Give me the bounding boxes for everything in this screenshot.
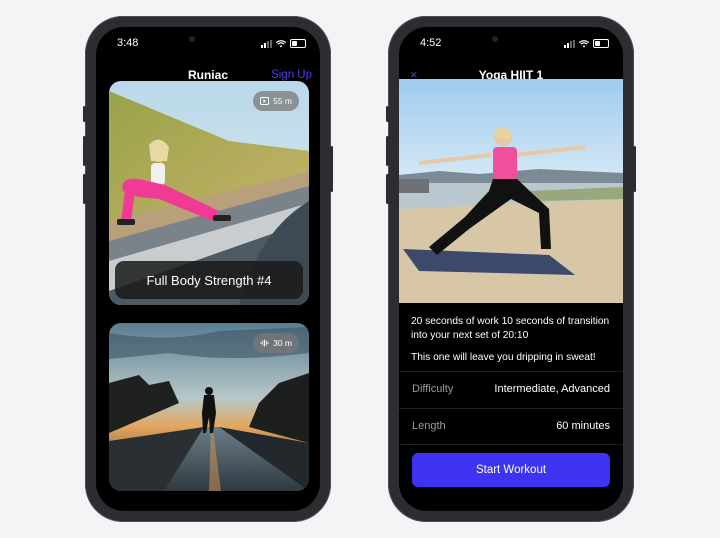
- detail-row-difficulty: Difficulty Intermediate, Advanced: [399, 371, 623, 408]
- camera-icon: [189, 36, 195, 42]
- workout-photo: [399, 79, 623, 303]
- audio-wave-icon: [260, 339, 269, 347]
- battery-icon: [593, 39, 609, 48]
- right-phone-frame: 4:52 × Yoga HIIT 1 20 seconds of work 10…: [386, 16, 636, 522]
- notch: [466, 27, 556, 51]
- duration-badge: 30 m: [253, 333, 299, 353]
- workout-title: Full Body Strength #4: [115, 261, 303, 299]
- status-time: 3:48: [117, 37, 139, 49]
- detail-label: Length: [412, 420, 446, 432]
- status-icons: [261, 39, 306, 48]
- workout-card[interactable]: 30 m: [109, 323, 309, 491]
- wifi-icon: [276, 39, 286, 47]
- volume-up-button: [386, 136, 389, 166]
- wifi-icon: [579, 39, 589, 47]
- duration-label: 30 m: [273, 338, 292, 348]
- start-workout-button[interactable]: Start Workout: [412, 453, 610, 487]
- duration-label: 55 m: [273, 96, 292, 106]
- left-screen: 3:48 Runiac Sign Up 55 m Full Body Stren…: [96, 27, 320, 511]
- detail-label: Difficulty: [412, 383, 454, 395]
- divider: [399, 444, 623, 446]
- detail-value: 60 minutes: [556, 420, 610, 432]
- detail-value: Intermediate, Advanced: [494, 383, 610, 395]
- workout-description: 20 seconds of work 10 seconds of transit…: [411, 316, 610, 341]
- signal-icon: [261, 39, 272, 48]
- video-icon: [260, 97, 270, 105]
- power-button: [330, 146, 333, 192]
- volume-down-button: [386, 174, 389, 204]
- battery-icon: [290, 39, 306, 48]
- volume-down-button: [83, 174, 86, 204]
- workout-card[interactable]: 55 m Full Body Strength #4: [109, 81, 309, 305]
- mute-switch: [83, 106, 86, 122]
- notch: [163, 27, 253, 51]
- detail-row-length: Length 60 minutes: [399, 408, 623, 445]
- volume-up-button: [83, 136, 86, 166]
- signal-icon: [564, 39, 575, 48]
- mute-switch: [386, 106, 389, 122]
- right-screen: 4:52 × Yoga HIIT 1 20 seconds of work 10…: [399, 27, 623, 511]
- left-phone-frame: 3:48 Runiac Sign Up 55 m Full Body Stren…: [83, 16, 333, 522]
- power-button: [633, 146, 636, 192]
- status-icons: [564, 39, 609, 48]
- camera-icon: [492, 36, 498, 42]
- status-time: 4:52: [420, 37, 442, 49]
- app-title: Runiac: [187, 68, 228, 82]
- duration-badge: 55 m: [253, 91, 299, 111]
- workout-description-note: This one will leave you dripping in swea…: [411, 352, 596, 363]
